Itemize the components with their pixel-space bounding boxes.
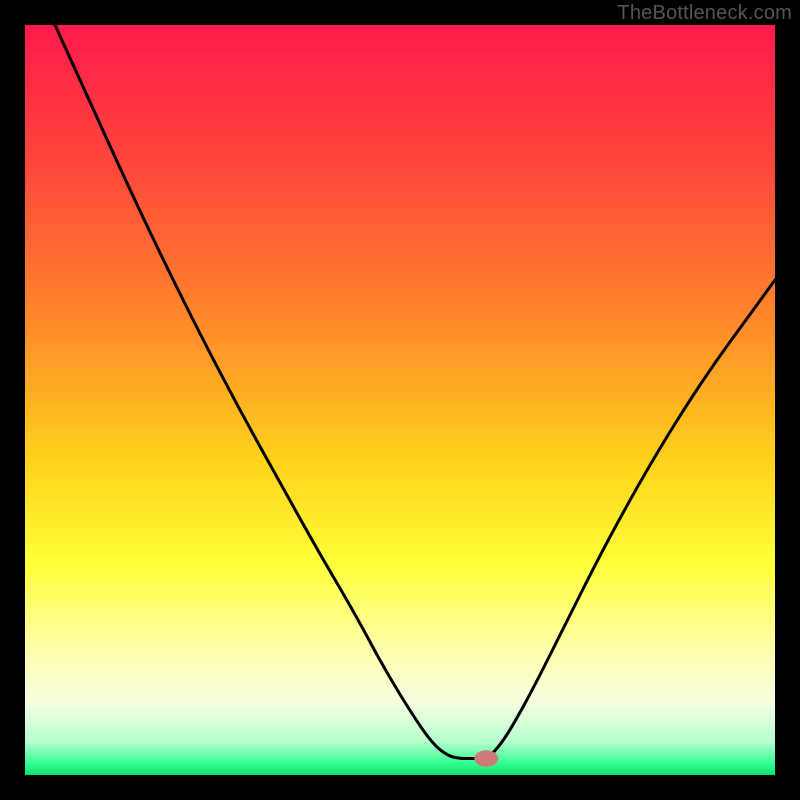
gradient-background xyxy=(25,25,775,775)
plot-area xyxy=(25,25,775,775)
bottleneck-chart xyxy=(25,25,775,775)
watermark-label: TheBottleneck.com xyxy=(617,2,792,25)
optimum-marker xyxy=(474,750,498,767)
chart-frame: TheBottleneck.com xyxy=(0,0,800,800)
